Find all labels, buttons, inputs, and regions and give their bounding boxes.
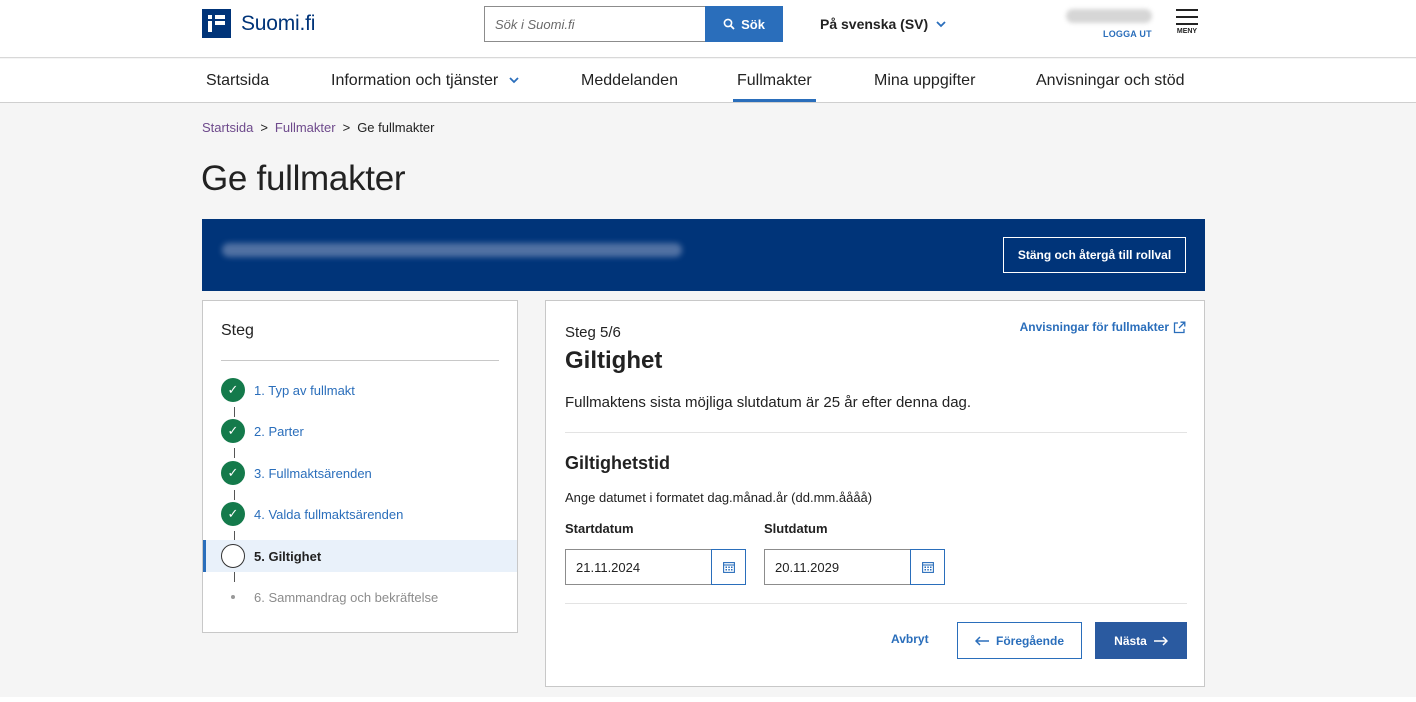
calendar-icon [722,562,735,573]
logo-text: Suomi.fi [241,11,316,35]
close-and-return-button[interactable]: Stäng och återgå till rollval [1003,237,1186,273]
next-button-label: Nästa [1114,633,1147,648]
step-label: 2. Parter [254,423,304,439]
hamburger-icon [1176,9,1198,11]
calendar-icon [921,562,934,573]
start-date-calendar-button[interactable] [711,549,746,585]
search-bar: Sök [484,6,783,42]
logout-link[interactable]: LOGGA UT [1103,29,1152,39]
external-link-icon [1173,321,1186,333]
language-label: På svenska (SV) [820,16,929,32]
site-header: Suomi.fi Sök På svenska (SV) LOGGA UT ME… [0,0,1416,58]
check-icon: ✓ [221,502,245,526]
end-date-label: Slutdatum [764,521,828,536]
step-label: 3. Fullmaktsärenden [254,465,372,481]
role-banner: Stäng och återgå till rollval [202,219,1205,291]
divider [221,360,499,361]
end-date-calendar-button[interactable] [910,549,945,585]
arrow-right-icon [1153,635,1168,646]
nav-item-information-label: Information och tjänster [331,72,499,89]
steps-title: Steg [221,322,254,339]
step-label: 5. Giltighet [254,548,322,564]
nav-item-meddelanden[interactable]: Meddelanden [581,72,678,90]
previous-button-label: Föregående [995,633,1064,648]
suomi-logo[interactable]: Suomi.fi [202,9,315,38]
end-date-input[interactable] [764,549,910,585]
step-item-current[interactable]: 5. Giltighet [203,540,517,572]
nav-item-anvisningar[interactable]: Anvisningar och stöd [1036,72,1185,90]
language-selector[interactable]: På svenska (SV) [820,16,946,32]
step-item[interactable]: ✓ 1. Typ av fullmakt [203,374,517,406]
menu-label: MENY [1176,28,1198,35]
dot-icon [231,595,235,599]
card-title: Giltighet [565,347,663,374]
date-format-hint: Ange datumet i formatet dag.månad.år (dd… [565,490,873,505]
help-link[interactable]: Anvisningar för fullmakter [1020,320,1186,334]
divider [565,432,1187,433]
breadcrumb-startsida[interactable]: Startsida [202,120,253,135]
section-title: Giltighetstid [565,453,670,473]
cancel-link[interactable]: Avbryt [891,632,929,646]
next-button[interactable]: Nästa [1095,622,1187,659]
step-label: 6. Sammandrag och bekräftelse [254,589,439,605]
breadcrumb-fullmakter[interactable]: Fullmakter [275,120,336,135]
breadcrumb-current: Ge fullmakter [357,120,435,135]
banner-text-blurred [222,243,682,257]
nav-item-information[interactable]: Information och tjänster [331,72,519,90]
previous-button[interactable]: Föregående [957,622,1082,659]
footer-strip [0,697,1416,702]
arrow-left-icon [974,635,989,646]
breadcrumb-separator: > [260,120,268,135]
page-title: Ge fullmakter [201,159,406,198]
start-date-label: Startdatum [565,521,634,536]
nav-item-startsida[interactable]: Startsida [206,72,269,90]
chevron-down-icon [509,77,519,84]
steps-panel: Steg ✓ 1. Typ av fullmakt ✓ 2. Parter ✓ … [202,300,518,633]
main-nav: Startsida Information och tjänster Medde… [0,59,1416,103]
search-button[interactable]: Sök [705,6,783,42]
breadcrumb-separator: > [342,120,351,135]
user-name-blurred [1066,9,1152,23]
start-date-field [565,549,746,585]
start-date-input[interactable] [565,549,711,585]
search-input[interactable] [484,6,705,42]
nav-item-fullmakter[interactable]: Fullmakter [733,72,816,102]
help-link-label: Anvisningar för fullmakter [1019,320,1169,334]
divider [565,603,1187,604]
check-icon: ✓ [221,378,245,402]
breadcrumb: Startsida > Fullmakter > Ge fullmakter [202,120,435,135]
check-icon: ✓ [221,461,245,485]
search-button-label: Sök [741,16,765,32]
current-step-indicator [221,544,245,568]
step-item-upcoming: 6. Sammandrag och bekräftelse [203,581,517,613]
step-item[interactable]: ✓ 4. Valda fullmaktsärenden [203,498,517,530]
chevron-down-icon [936,20,946,27]
step-item[interactable]: ✓ 2. Parter [203,415,517,447]
step-label: 1. Typ av fullmakt [254,382,355,398]
step-item[interactable]: ✓ 3. Fullmaktsärenden [203,457,517,489]
validity-form-card: Steg 5/6 Anvisningar för fullmakter Gilt… [545,300,1205,687]
step-label: 4. Valda fullmaktsärenden [254,506,404,522]
check-icon: ✓ [221,419,245,443]
nav-item-mina-uppgifter[interactable]: Mina uppgifter [874,72,975,90]
search-icon [723,18,735,30]
card-description: Fullmaktens sista möjliga slutdatum är 2… [565,394,972,411]
suomi-logo-icon [202,9,231,38]
end-date-field [764,549,945,585]
menu-button[interactable]: MENY [1175,9,1199,35]
step-counter: Steg 5/6 [565,324,621,341]
